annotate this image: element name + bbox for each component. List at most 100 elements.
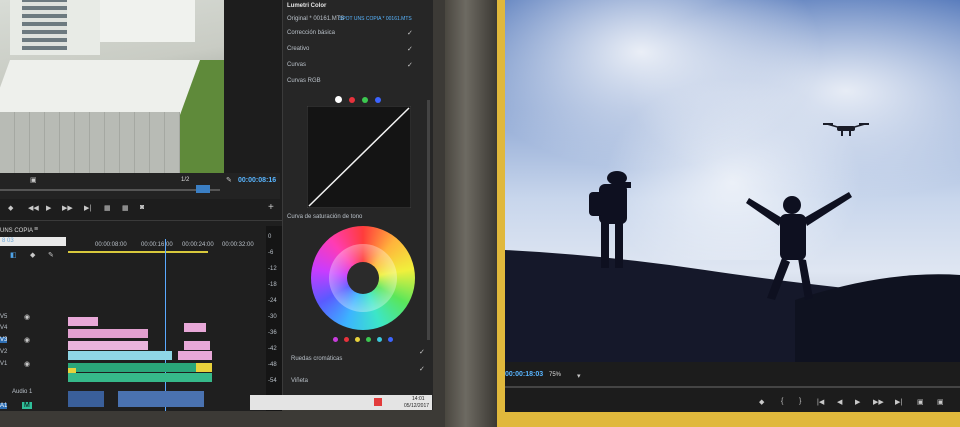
marker-icon[interactable]: ✎ bbox=[48, 251, 54, 259]
clip-cyan[interactable] bbox=[68, 351, 172, 360]
source-video bbox=[0, 0, 224, 173]
source-scrubber[interactable] bbox=[0, 189, 220, 191]
vignette-section[interactable]: Viñeta bbox=[291, 378, 308, 384]
tab-menu-icon[interactable]: ≡ bbox=[34, 226, 38, 233]
clip-pink[interactable] bbox=[68, 341, 148, 350]
rgb-curve-graph[interactable] bbox=[307, 106, 411, 208]
wheel-dot-magenta[interactable] bbox=[333, 337, 338, 342]
go-to-out-icon[interactable]: ▶| bbox=[895, 398, 902, 406]
clip-green[interactable] bbox=[68, 373, 212, 382]
rgb-curves-header[interactable]: Curvas RGB bbox=[287, 78, 321, 84]
hue-curve-header[interactable]: Curva de saturación de tono bbox=[287, 214, 362, 220]
work-area-bar[interactable] bbox=[68, 251, 208, 253]
taskbar-tray-icon[interactable] bbox=[374, 398, 382, 406]
clip-yellow[interactable] bbox=[196, 363, 212, 372]
add-button-icon[interactable]: + bbox=[268, 202, 274, 213]
program-timecode: 00:00:18:03 bbox=[505, 371, 544, 378]
go-to-in-icon[interactable]: |◀ bbox=[817, 398, 824, 406]
clip-blue[interactable] bbox=[68, 391, 104, 407]
clip-pink[interactable] bbox=[68, 329, 148, 338]
mute-button[interactable]: M bbox=[22, 402, 32, 409]
wheel-dot-cyan[interactable] bbox=[377, 337, 382, 342]
play-icon[interactable]: ▶ bbox=[46, 204, 51, 212]
eye-icon[interactable]: ◉ bbox=[24, 336, 30, 344]
check-icon[interactable]: ✓ bbox=[419, 365, 425, 373]
section-curves[interactable]: Curvas bbox=[287, 62, 306, 68]
current-time-box[interactable]: 8 03 bbox=[0, 237, 66, 246]
extract-icon[interactable]: ▣ bbox=[937, 398, 944, 406]
source-controls-bar: ▣ 1/2 ✎ 00:00:08:16 bbox=[0, 173, 280, 199]
mark-out-icon[interactable]: } bbox=[799, 398, 801, 405]
eye-icon[interactable]: ◉ bbox=[24, 313, 30, 321]
channel-dot-blue[interactable] bbox=[375, 97, 381, 103]
insert-icon[interactable]: ▦ bbox=[104, 204, 111, 212]
clip-pink[interactable] bbox=[178, 351, 212, 360]
clip-yellow[interactable] bbox=[68, 368, 76, 373]
section-creative[interactable]: Creativo bbox=[287, 46, 309, 52]
photographer-silhouette bbox=[589, 171, 631, 268]
wheel-dot-yellow[interactable] bbox=[355, 337, 360, 342]
mark-in-icon[interactable]: ◆ bbox=[8, 204, 13, 212]
db-12: -12 bbox=[268, 266, 277, 272]
db-0: 0 bbox=[268, 234, 272, 240]
channel-dot-white[interactable] bbox=[335, 96, 342, 103]
program-transport: ◆ { } |◀ ◀ ▶ ▶▶ ▶| ▣ ▣ bbox=[745, 398, 960, 410]
section-basic[interactable]: Corrección básica bbox=[287, 30, 335, 36]
db-54: -54 bbox=[268, 378, 277, 384]
marker-icon[interactable]: ◆ bbox=[759, 398, 764, 406]
hue-saturation-wheel[interactable] bbox=[311, 226, 415, 330]
left-monitor: ▣ 1/2 ✎ 00:00:08:16 ◆ ◀◀ ▶ ▶▶ ▶| ▦ ▦ ◙ +… bbox=[0, 0, 445, 427]
ruler-label-4: 00:00:32:00 bbox=[222, 242, 254, 248]
track-label-v1: V1 bbox=[0, 361, 8, 367]
building-windows bbox=[22, 0, 67, 50]
track-label-a1: A1 bbox=[0, 403, 8, 409]
clip-pink[interactable] bbox=[184, 341, 210, 350]
plaza-tiles bbox=[0, 112, 180, 173]
lift-icon[interactable]: ▣ bbox=[917, 398, 924, 406]
chevron-down-icon[interactable]: ▾ bbox=[577, 372, 581, 380]
snap-icon[interactable]: ◧ bbox=[10, 251, 17, 259]
wrench-icon[interactable]: ✎ bbox=[226, 176, 232, 184]
clip-blue[interactable] bbox=[118, 391, 204, 407]
clip-pink[interactable] bbox=[184, 323, 206, 332]
resolution-select[interactable]: 1/2 bbox=[181, 177, 189, 183]
check-icon[interactable]: ✓ bbox=[407, 29, 413, 37]
lumetri-scrollbar[interactable] bbox=[427, 100, 430, 340]
check-icon[interactable]: ✓ bbox=[419, 348, 425, 356]
source-playhead[interactable] bbox=[196, 185, 210, 193]
linked-icon[interactable]: ◆ bbox=[30, 251, 35, 259]
wheel-dot-blue[interactable] bbox=[388, 337, 393, 342]
wheel-dot-green[interactable] bbox=[366, 337, 371, 342]
channel-dot-green[interactable] bbox=[362, 97, 368, 103]
check-icon[interactable]: ✓ bbox=[407, 45, 413, 53]
go-to-out-icon[interactable]: ▶| bbox=[84, 204, 91, 212]
eye-icon[interactable]: ◉ bbox=[24, 360, 30, 368]
db-36: -36 bbox=[268, 330, 277, 336]
building-right bbox=[100, 0, 195, 42]
step-forward-icon[interactable]: ▶▶ bbox=[62, 204, 73, 212]
clip-pink[interactable] bbox=[68, 317, 98, 326]
zoom-select[interactable]: 75% bbox=[549, 372, 561, 378]
sequence-tab[interactable]: UNS COPIA bbox=[0, 228, 33, 234]
clip-green[interactable] bbox=[68, 363, 212, 372]
track-label-v3: V3 bbox=[0, 337, 8, 343]
overwrite-icon[interactable]: ▦ bbox=[122, 204, 129, 212]
play-icon[interactable]: ▶ bbox=[855, 398, 860, 406]
program-scrubber[interactable] bbox=[505, 386, 960, 388]
export-frame-icon[interactable]: ◙ bbox=[140, 204, 144, 211]
mark-in-icon[interactable]: { bbox=[781, 398, 783, 405]
transport-controls: ◆ ◀◀ ▶ ▶▶ ▶| ▦ ▦ ◙ + bbox=[0, 202, 280, 218]
wheel-dot-red[interactable] bbox=[344, 337, 349, 342]
settings-icon[interactable]: ▣ bbox=[30, 176, 37, 184]
playhead-line[interactable] bbox=[165, 239, 166, 411]
step-back-icon[interactable]: ◀ bbox=[837, 398, 842, 406]
color-wheels-section[interactable]: Ruedas cromáticas bbox=[291, 356, 342, 362]
lumetri-sequence[interactable]: SPOT UNS COPIA * 00161.MTS bbox=[339, 16, 412, 22]
track-label-v2: V2 bbox=[0, 349, 8, 355]
step-back-icon[interactable]: ◀◀ bbox=[28, 204, 39, 212]
lumetri-original[interactable]: Original * 00161.MTS bbox=[287, 16, 344, 22]
check-icon[interactable]: ✓ bbox=[407, 61, 413, 69]
channel-dot-red[interactable] bbox=[349, 97, 355, 103]
timeline-panel: UNS COPIA ≡ 8 03 ◧ ◆ ✎ 00:00:08:00 00:00… bbox=[0, 220, 282, 411]
step-forward-icon[interactable]: ▶▶ bbox=[873, 398, 884, 406]
